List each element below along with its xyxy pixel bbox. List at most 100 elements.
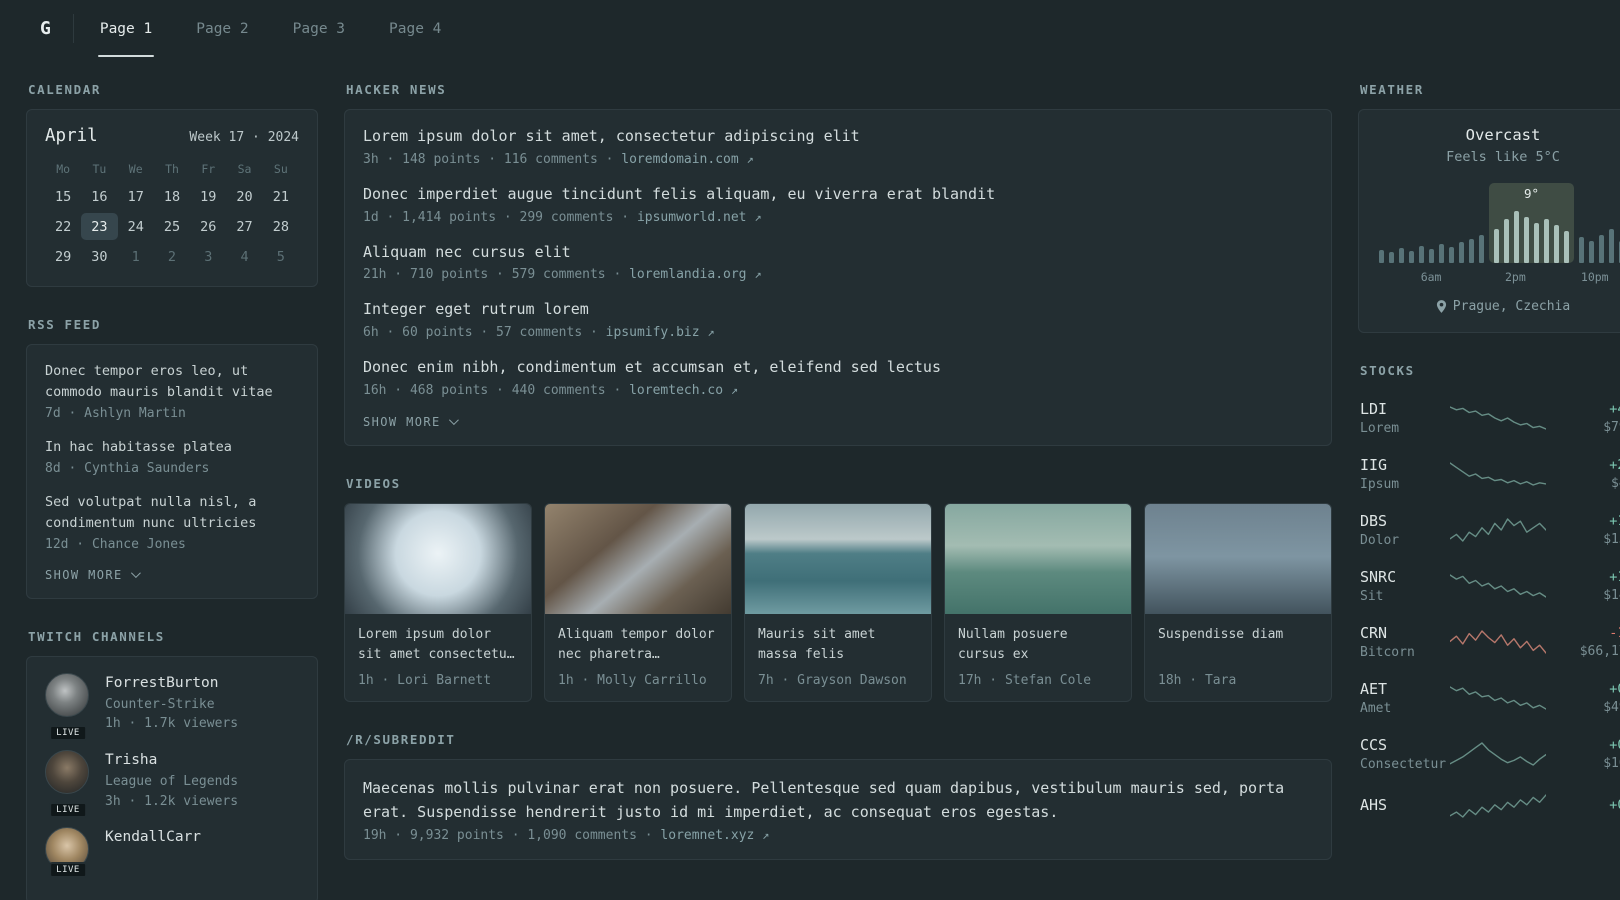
video-title[interactable]: Mauris sit amet massa felis [758,625,918,665]
twitch-channel-name[interactable]: Trisha [105,750,238,770]
video-thumbnail[interactable] [345,503,531,614]
hackernews-item-domain-link[interactable]: ipsumworld.net ↗ [637,210,762,225]
stock-row[interactable]: CCS Consectetur +0.51% $165.84 [1358,726,1620,782]
calendar-date[interactable]: 3 [190,243,226,270]
video-thumbnail[interactable] [745,503,931,614]
tab-page-2[interactable]: Page 2 [194,0,250,57]
hackernews-item[interactable]: Lorem ipsum dolor sit amet, consectetur … [363,126,1313,167]
video-thumbnail[interactable] [545,503,731,614]
subreddit-post[interactable]: Maecenas mollis pulvinar erat non posuer… [363,776,1313,843]
stock-ticker[interactable]: LDI [1360,400,1450,418]
stock-ticker[interactable]: IIG [1360,456,1450,474]
calendar-date[interactable]: 1 [118,243,154,270]
calendar-date[interactable]: 20 [226,183,262,210]
hackernews-item-domain-link[interactable]: loremlandia.org ↗ [629,267,761,282]
stock-values: +1.42% $156.28 [1546,513,1620,547]
calendar-date[interactable]: 30 [81,243,117,270]
weather-location: Prague, Czechia [1377,299,1620,314]
calendar-date[interactable]: 27 [226,213,262,240]
twitch-avatar-wrap: LIVE [45,672,91,741]
weather-bar [1514,211,1519,263]
video-card[interactable]: Suspendisse diam 18h · Tara [1144,502,1332,702]
hackernews-section-title: HACKER NEWS [346,82,447,97]
stock-row[interactable]: DBS Dolor +1.42% $156.28 [1358,502,1620,558]
rss-item[interactable]: Sed volutpat nulla nisl, a condimentum n… [45,492,299,552]
stock-ticker[interactable]: CCS [1360,736,1450,754]
hackernews-item[interactable]: Integer eget rutrum lorem 6h · 60 points… [363,299,1313,340]
external-link-icon: ↗ [754,209,762,224]
hackernews-item-title[interactable]: Aliquam nec cursus elit [363,242,1313,264]
calendar-date[interactable]: 18 [154,183,190,210]
calendar-date[interactable]: 15 [45,183,81,210]
rss-show-more-button[interactable]: SHOW MORE [45,568,299,582]
hackernews-show-more-button[interactable]: SHOW MORE [363,415,1313,429]
twitch-channel[interactable]: LIVE Trisha League of Legends 3h · 1.2k … [45,749,299,819]
video-card[interactable]: Nullam posuere cursus ex 17h · Stefan Co… [944,502,1132,702]
hackernews-item-title[interactable]: Donec enim nibh, condimentum et accumsan… [363,357,1313,379]
tab-page-4[interactable]: Page 4 [387,0,443,57]
hackernews-item-domain-link[interactable]: loremtech.co ↗ [629,383,738,398]
calendar-date[interactable]: 5 [263,243,299,270]
video-card[interactable]: Mauris sit amet massa felis 7h · Grayson… [744,502,932,702]
stock-row[interactable]: CRN Bitcorn -1.00% $66,171.48 [1358,614,1620,670]
rss-item[interactable]: Donec tempor eros leo, ut commodo mauris… [45,361,299,421]
calendar-date[interactable]: 24 [118,213,154,240]
stock-row[interactable]: AHS +0.46% [1358,782,1620,830]
calendar-date[interactable]: 25 [154,213,190,240]
twitch-channel[interactable]: LIVE KendallCarr [45,827,299,879]
calendar-date[interactable]: 26 [190,213,226,240]
stock-row[interactable]: SNRC Sit +1.36% $148.64 [1358,558,1620,614]
calendar-date[interactable]: 28 [263,213,299,240]
video-card[interactable]: Lorem ipsum dolor sit amet consectetu… 1… [344,502,532,702]
hackernews-item-title[interactable]: Integer eget rutrum lorem [363,299,1313,321]
rss-item[interactable]: In hac habitasse platea 8d · Cynthia Sau… [45,437,299,476]
app-logo[interactable]: G [40,0,73,57]
rss-item-title[interactable]: Sed volutpat nulla nisl, a condimentum n… [45,492,299,534]
calendar-date[interactable]: 19 [190,183,226,210]
hackernews-item[interactable]: Aliquam nec cursus elit 21h · 710 points… [363,242,1313,283]
subreddit-post-domain-link[interactable]: loremnet.xyz ↗ [660,828,769,843]
stock-row[interactable]: IIG Ipsum +2.84% $42.04 [1358,446,1620,502]
stock-ticker[interactable]: DBS [1360,512,1450,530]
calendar-date[interactable]: 2 [154,243,190,270]
weather-highlight-window: 9° [1489,183,1574,263]
stock-ticker[interactable]: AHS [1360,796,1450,814]
subreddit-post-title[interactable]: Maecenas mollis pulvinar erat non posuer… [363,776,1313,824]
video-title[interactable]: Aliquam tempor dolor nec pharetra… [558,625,718,665]
video-title[interactable]: Nullam posuere cursus ex [958,625,1118,665]
stock-ticker[interactable]: AET [1360,680,1450,698]
tab-page-1[interactable]: Page 1 [97,0,155,57]
video-title[interactable]: Suspendisse diam [1158,625,1318,665]
calendar-date[interactable]: 4 [226,243,262,270]
hackernews-item-title[interactable]: Lorem ipsum dolor sit amet, consectetur … [363,126,1313,148]
video-title[interactable]: Lorem ipsum dolor sit amet consectetu… [358,625,518,665]
twitch-section-title: TWITCH CHANNELS [28,628,165,644]
calendar-date[interactable]: 17 [118,183,154,210]
tab-page-3[interactable]: Page 3 [291,0,347,57]
rss-item-title[interactable]: In hac habitasse platea [45,437,299,458]
hackernews-item-domain-link[interactable]: loremdomain.com ↗ [621,152,753,167]
stock-ticker[interactable]: CRN [1360,624,1450,642]
calendar-date[interactable]: 16 [81,183,117,210]
video-thumbnail[interactable] [1145,503,1331,614]
hackernews-item-domain-link[interactable]: ipsumify.biz ↗ [606,325,715,340]
twitch-channel-name[interactable]: ForrestBurton [105,673,238,693]
weather-bar [1564,231,1569,263]
hackernews-item[interactable]: Donec imperdiet augue tincidunt felis al… [363,184,1313,225]
twitch-channel-name[interactable]: KendallCarr [105,827,201,847]
video-card[interactable]: Aliquam tempor dolor nec pharetra… 1h · … [544,502,732,702]
calendar-date[interactable]: 21 [263,183,299,210]
calendar-date[interactable]: 29 [45,243,81,270]
twitch-channel[interactable]: LIVE ForrestBurton Counter-Strike 1h · 1… [45,672,299,741]
video-info: Nullam posuere cursus ex 17h · Stefan Co… [945,614,1131,701]
stock-row[interactable]: AET Amet +0.92% $499.72 [1358,670,1620,726]
live-badge: LIVE [49,862,87,879]
video-thumbnail[interactable] [945,503,1131,614]
hackernews-item-title[interactable]: Donec imperdiet augue tincidunt felis al… [363,184,1313,206]
hackernews-item[interactable]: Donec enim nibh, condimentum et accumsan… [363,357,1313,398]
calendar-date[interactable]: 23 [81,213,118,240]
calendar-date[interactable]: 22 [45,213,81,240]
stock-ticker[interactable]: SNRC [1360,568,1450,586]
rss-item-title[interactable]: Donec tempor eros leo, ut commodo mauris… [45,361,299,403]
stock-row[interactable]: LDI Lorem +4.35% $795.18 [1358,390,1620,446]
